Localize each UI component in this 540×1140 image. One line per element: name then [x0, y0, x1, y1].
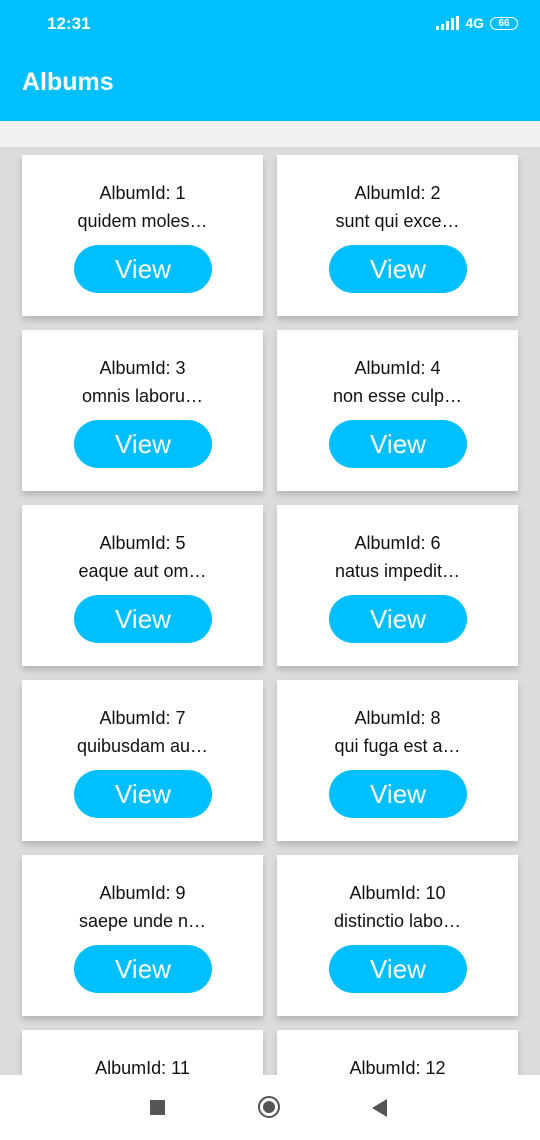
view-button[interactable]: View: [74, 595, 212, 643]
album-card[interactable]: AlbumId: 1 quidem moles… View: [22, 155, 263, 316]
status-bar: 12:31 4G 66: [0, 0, 540, 48]
album-id-label: AlbumId: 12: [349, 1058, 446, 1075]
view-button[interactable]: View: [329, 245, 467, 293]
album-title: eaque aut om…: [78, 561, 207, 581]
album-card[interactable]: AlbumId: 7 quibusdam au… View: [22, 680, 263, 841]
home-circle-icon[interactable]: [258, 1096, 280, 1118]
album-id-label: AlbumId: 3: [99, 358, 186, 378]
album-id-label: AlbumId: 8: [354, 708, 441, 728]
system-nav-bar: [0, 1075, 540, 1140]
network-type: 4G: [465, 15, 484, 31]
album-grid[interactable]: AlbumId: 1 quidem moles… View AlbumId: 2…: [0, 147, 540, 1075]
view-button[interactable]: View: [329, 945, 467, 993]
album-id-label: AlbumId: 11: [95, 1058, 190, 1075]
album-title: non esse culp…: [332, 386, 463, 406]
album-card[interactable]: AlbumId: 2 sunt qui exce… View: [277, 155, 518, 316]
album-title: omnis laboru…: [81, 386, 204, 406]
album-card[interactable]: AlbumId: 11: [22, 1030, 263, 1075]
status-indicators: 4G 66: [436, 15, 518, 31]
battery-icon: 66: [490, 16, 518, 30]
album-id-label: AlbumId: 9: [99, 883, 186, 903]
album-id-label: AlbumId: 6: [354, 533, 441, 553]
album-title: distinctio labo…: [333, 911, 462, 931]
album-card[interactable]: AlbumId: 12: [277, 1030, 518, 1075]
album-title: qui fuga est a…: [334, 736, 461, 756]
list-header-band: [0, 121, 540, 147]
album-card[interactable]: AlbumId: 10 distinctio labo… View: [277, 855, 518, 1016]
view-button[interactable]: View: [329, 595, 467, 643]
album-title: natus impedit…: [334, 561, 461, 581]
album-title: quibusdam au…: [76, 736, 209, 756]
view-button[interactable]: View: [329, 420, 467, 468]
album-id-label: AlbumId: 5: [99, 533, 186, 553]
album-title: sunt qui exce…: [335, 211, 460, 231]
album-card[interactable]: AlbumId: 5 eaque aut om… View: [22, 505, 263, 666]
view-button[interactable]: View: [74, 420, 212, 468]
album-card[interactable]: AlbumId: 6 natus impedit… View: [277, 505, 518, 666]
album-id-label: AlbumId: 2: [354, 183, 441, 203]
album-id-label: AlbumId: 4: [354, 358, 441, 378]
view-button[interactable]: View: [74, 770, 212, 818]
album-id-label: AlbumId: 7: [99, 708, 186, 728]
page-title: Albums: [22, 68, 114, 96]
album-card[interactable]: AlbumId: 9 saepe unde n… View: [22, 855, 263, 1016]
back-triangle-icon[interactable]: [372, 1099, 387, 1117]
album-card[interactable]: AlbumId: 4 non esse culp… View: [277, 330, 518, 491]
recents-square-icon[interactable]: [150, 1100, 165, 1115]
app-bar: Albums: [0, 48, 540, 121]
album-card[interactable]: AlbumId: 3 omnis laboru… View: [22, 330, 263, 491]
status-time: 12:31: [47, 14, 91, 33]
album-id-label: AlbumId: 10: [349, 883, 446, 903]
album-title: quidem moles…: [77, 211, 208, 231]
view-button[interactable]: View: [74, 945, 212, 993]
album-title: saepe unde n…: [78, 911, 207, 931]
album-card[interactable]: AlbumId: 8 qui fuga est a… View: [277, 680, 518, 841]
view-button[interactable]: View: [74, 245, 212, 293]
signal-icon: [436, 16, 460, 30]
view-button[interactable]: View: [329, 770, 467, 818]
album-id-label: AlbumId: 1: [99, 183, 186, 203]
